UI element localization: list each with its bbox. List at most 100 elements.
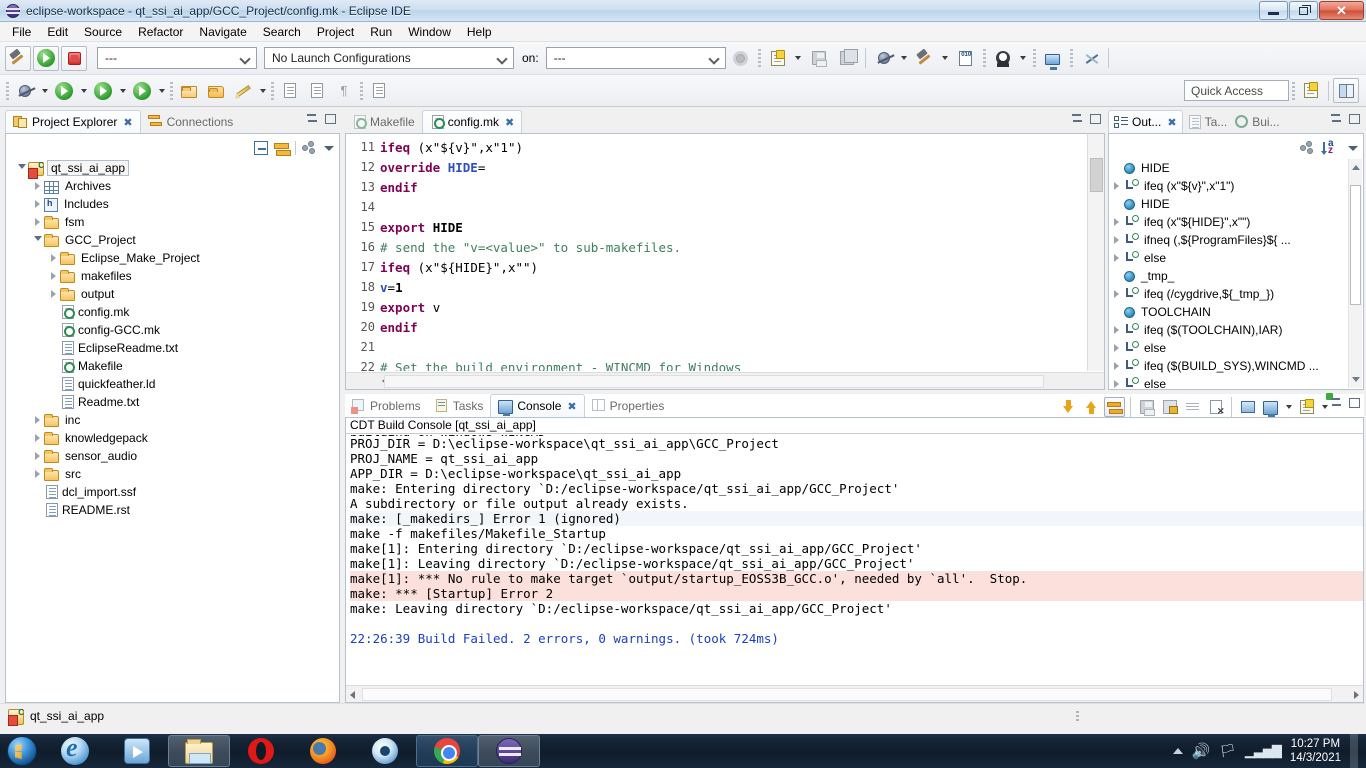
outline-item[interactable]: ifeq (/cygdrive,${_tmp_}) xyxy=(1110,285,1349,303)
menu-file[interactable]: File xyxy=(4,23,39,41)
sort-az-icon[interactable] xyxy=(1323,141,1339,156)
expand-arrow-icon[interactable] xyxy=(31,465,44,483)
expand-arrow-icon[interactable] xyxy=(1110,177,1123,195)
scroll-right-arrow-icon[interactable] xyxy=(1354,691,1359,699)
expand-arrow-icon[interactable] xyxy=(1110,249,1123,267)
outline-item[interactable]: else xyxy=(1110,249,1349,267)
taskbar-item-internet-explorer[interactable] xyxy=(44,735,106,767)
minimize-button[interactable] xyxy=(1259,1,1288,20)
outline-item[interactable]: else xyxy=(1110,375,1349,388)
tab-console[interactable]: Console ✖ xyxy=(490,394,584,417)
expand-arrow-icon[interactable] xyxy=(31,213,44,231)
new-button[interactable] xyxy=(765,46,791,71)
tab-build-targets[interactable]: Bui... xyxy=(1231,110,1283,133)
outline-item[interactable]: _tmp_ xyxy=(1110,267,1349,285)
tab-project-explorer[interactable]: Project Explorer ✖ xyxy=(5,110,141,133)
taskbar-item-eclipse[interactable] xyxy=(478,735,540,767)
menu-run[interactable]: Run xyxy=(362,23,400,41)
open-perspective-button[interactable] xyxy=(1298,78,1324,103)
close-icon[interactable]: ✖ xyxy=(505,116,514,129)
menu-navigate[interactable]: Navigate xyxy=(191,23,254,41)
scroll-left-arrow-icon[interactable] xyxy=(350,691,355,699)
tree-row-17[interactable]: src xyxy=(7,465,338,483)
user-dropdown-button[interactable] xyxy=(1018,47,1029,69)
expand-arrow-icon[interactable] xyxy=(1110,339,1123,357)
menu-search[interactable]: Search xyxy=(255,23,309,41)
tab-tasks[interactable]: Tasks xyxy=(428,394,491,417)
lock-console-button[interactable] xyxy=(1159,397,1180,417)
tree-row-3[interactable]: fsm xyxy=(7,213,338,231)
close-icon[interactable]: ✖ xyxy=(123,116,132,129)
debug-dropdown-button[interactable] xyxy=(39,80,50,102)
clear-console-button[interactable] xyxy=(1205,397,1226,417)
word-wrap-button[interactable] xyxy=(1182,397,1203,417)
run-external-tools-button[interactable] xyxy=(90,78,116,103)
tree-row-18[interactable]: dcl_import.ssf xyxy=(7,483,338,501)
expand-arrow-icon[interactable] xyxy=(31,231,44,249)
clock[interactable]: 10:27 PM 14/3/2021 xyxy=(1290,737,1341,765)
close-icon[interactable]: ✖ xyxy=(567,400,576,413)
expand-arrow-icon[interactable] xyxy=(47,249,60,267)
scroll-up-arrow-icon[interactable] xyxy=(1352,165,1360,170)
quick-access-input[interactable]: Quick Access xyxy=(1184,80,1289,101)
profile-dropdown-button[interactable] xyxy=(156,80,167,102)
external-tools-dropdown-button[interactable] xyxy=(117,80,128,102)
expand-arrow-icon[interactable] xyxy=(1110,231,1123,249)
collapse-all-icon[interactable] xyxy=(254,141,268,155)
outline-item[interactable]: ifneq (,${ProgramFiles}${ ... xyxy=(1110,231,1349,249)
tree-row-12[interactable]: quickfeather.ld xyxy=(7,375,338,393)
scroll-down-arrow-icon[interactable] xyxy=(1352,377,1360,382)
scrollbar-thumb[interactable] xyxy=(1350,185,1361,305)
code-text[interactable]: 11ifeq (x"${v}",x"1")12override HIDE=13e… xyxy=(346,134,1086,371)
build-button[interactable] xyxy=(5,46,31,71)
tab-outline[interactable]: Out... ✖ xyxy=(1108,110,1183,133)
run-button-2[interactable] xyxy=(51,78,77,103)
open-resource-button[interactable] xyxy=(203,78,229,103)
expand-arrow-icon[interactable] xyxy=(47,285,60,303)
search-button[interactable] xyxy=(871,46,897,71)
pin-button[interactable] xyxy=(1237,397,1258,417)
view-menu-icon[interactable] xyxy=(1347,142,1359,154)
launch-target-select[interactable]: --- xyxy=(546,47,726,69)
run-button[interactable] xyxy=(33,46,59,71)
console-horizontal-scrollbar[interactable] xyxy=(346,685,1363,702)
network-icon[interactable]: 🏳 xyxy=(1219,743,1236,759)
tree-row-14[interactable]: inc xyxy=(7,411,338,429)
tree-row-5[interactable]: Eclipse_Make_Project xyxy=(7,249,338,267)
scrollbar-thumb[interactable] xyxy=(1090,158,1103,192)
user-button[interactable] xyxy=(990,46,1016,71)
expand-arrow-icon[interactable] xyxy=(1110,375,1123,388)
tree-row-7[interactable]: output xyxy=(7,285,338,303)
open-type-button[interactable] xyxy=(176,78,202,103)
expand-arrow-icon[interactable] xyxy=(1110,213,1123,231)
debug-button[interactable] xyxy=(12,78,38,103)
chevron-up-icon[interactable] xyxy=(1173,748,1183,754)
taskbar-item-opera[interactable] xyxy=(230,735,292,767)
profile-button[interactable] xyxy=(129,78,155,103)
save-button[interactable] xyxy=(806,46,832,71)
taskbar-item-camera[interactable] xyxy=(354,735,416,767)
outline-item[interactable]: ifeq (x"${v}",x"1") xyxy=(1110,177,1349,195)
menu-refactor[interactable]: Refactor xyxy=(130,23,191,41)
volume-icon[interactable]: 🔊 xyxy=(1192,742,1211,760)
focus-icon[interactable] xyxy=(302,141,317,155)
annotation-button[interactable] xyxy=(230,78,256,103)
binary-view-button[interactable] xyxy=(953,46,979,71)
tree-row-0[interactable]: qt_ssi_ai_app xyxy=(7,159,338,177)
expand-arrow-icon[interactable] xyxy=(15,159,28,177)
display-console-button[interactable] xyxy=(1260,397,1281,417)
display-console-dropdown-button[interactable] xyxy=(1283,396,1294,418)
editor-vertical-scrollbar[interactable] xyxy=(1087,134,1104,371)
prev-annotation-button[interactable] xyxy=(304,78,330,103)
annotation-dropdown-button[interactable] xyxy=(257,80,268,102)
menu-window[interactable]: Window xyxy=(400,23,459,41)
expand-arrow-icon[interactable] xyxy=(31,429,44,447)
expand-arrow-icon[interactable] xyxy=(1110,357,1123,375)
menu-edit[interactable]: Edit xyxy=(39,23,76,41)
tab-makefile[interactable]: Makefile xyxy=(345,110,422,133)
build-all-button[interactable] xyxy=(912,46,938,71)
outline-scrollbar[interactable] xyxy=(1348,159,1362,388)
scroll-up-button[interactable] xyxy=(1081,397,1102,417)
tree-row-2[interactable]: Includes xyxy=(7,195,338,213)
signal-bars-icon[interactable]: ▁▃▅▇ xyxy=(1245,743,1281,759)
